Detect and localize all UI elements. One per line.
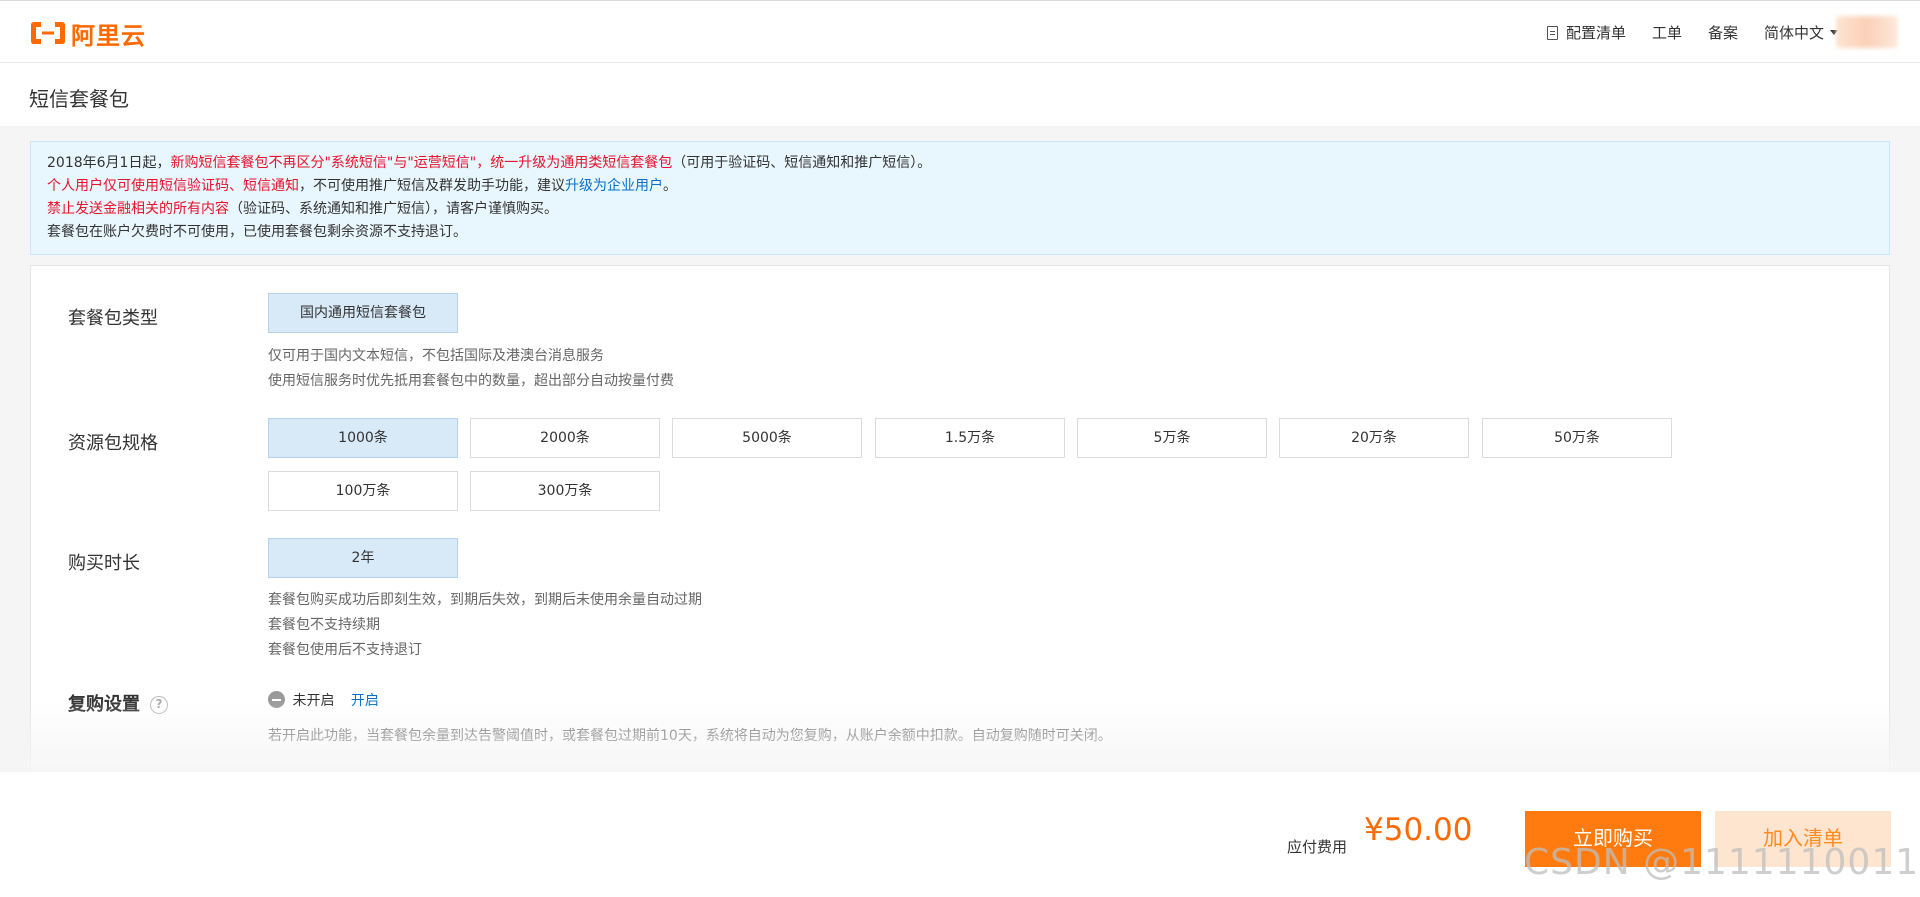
renew-status: 未开启 (292, 693, 335, 709)
page-title-bar: 短信套餐包 (0, 63, 1920, 126)
upgrade-enterprise-link[interactable]: 升级为企业用户 (565, 178, 663, 194)
icp-filing-link[interactable]: 备案 (1708, 22, 1738, 43)
spec-option-15k[interactable]: 1.5万条 (875, 418, 1065, 458)
help-line: 套餐包不支持续期 (268, 617, 380, 633)
user-avatar[interactable] (1836, 16, 1898, 48)
duration-label: 购买时长 (68, 553, 140, 574)
brand-name: 阿里云 (71, 21, 146, 50)
notice-text: 。 (663, 178, 677, 194)
notice-text: （可用于验证码、短信通知和推广短信）。 (672, 155, 932, 171)
spec-label: 资源包规格 (68, 433, 158, 454)
ticket-link[interactable]: 工单 (1652, 22, 1682, 43)
help-line: 套餐包购买成功后即刻生效，到期后失效，到期后未使用余量自动过期 (268, 592, 702, 608)
ticket-label: 工单 (1651, 24, 1682, 42)
disabled-status-icon (268, 691, 285, 708)
spec-option-3m[interactable]: 300万条 (470, 471, 660, 511)
language-label: 简体中文 (1763, 24, 1824, 42)
help-line: 使用短信服务时优先抵用套餐包中的数量，超出部分自动按量付费 (268, 373, 674, 389)
notice-line-3: 禁止发送金融相关的所有内容（验证码、系统通知和推广短信），请客户谨慎购买。 (47, 198, 1873, 221)
aliyun-logo[interactable]: 阿里云 (29, 19, 146, 50)
fee-label: 应付费用 (1287, 838, 1348, 856)
help-line: 仅可用于国内文本短信，不包括国际及港澳台消息服务 (268, 348, 604, 364)
notice-text: ，不可使用推广短信及群发助手功能，建议 (299, 178, 565, 194)
renew-toggle-group: 未开启 开启 (268, 690, 379, 712)
spec-option-1000[interactable]: 1000条 (268, 418, 458, 458)
package-type-label: 套餐包类型 (68, 308, 158, 329)
notice-text: （验证码、系统通知和推广短信），请客户谨慎购买。 (229, 201, 558, 217)
notice-line-1: 2018年6月1日起，新购短信套餐包不再区分"系统短信"与"运营短信"，统一升级… (47, 152, 1873, 175)
top-nav: 配置清单 工单 备案 简体中文 (1521, 22, 1838, 43)
page-title: 短信套餐包 (29, 87, 129, 111)
notice-banner: 2018年6月1日起，新购短信套餐包不再区分"系统短信"与"运营短信"，统一升级… (30, 141, 1890, 255)
config-list-link[interactable]: 配置清单 (1546, 22, 1626, 43)
spec-option-500k[interactable]: 50万条 (1482, 418, 1672, 458)
spec-option-2000[interactable]: 2000条 (470, 418, 660, 458)
document-icon (1546, 25, 1558, 40)
spec-option-5000[interactable]: 5000条 (672, 418, 862, 458)
package-type-option-domestic[interactable]: 国内通用短信套餐包 (268, 293, 458, 333)
question-mark-icon[interactable]: ? (150, 696, 168, 714)
spec-option-200k[interactable]: 20万条 (1279, 418, 1469, 458)
notice-highlight: 新购短信套餐包不再区分"系统短信"与"运营短信"，统一升级为通用类短信套餐包 (170, 155, 673, 171)
config-list-label: 配置清单 (1565, 24, 1626, 42)
notice-line-4: 套餐包在账户欠费时不可使用，已使用套餐包剩余资源不支持退订。 (47, 224, 467, 240)
package-type-help: 仅可用于国内文本短信，不包括国际及港澳台消息服务 使用短信服务时优先抵用套餐包中… (268, 344, 674, 394)
notice-text: 2018年6月1日起， (47, 155, 171, 171)
csdn-watermark: CSDN @11111100111 (1524, 842, 1920, 883)
aliyun-logo-icon (31, 22, 65, 44)
fee-amount: ¥50.00 (1364, 812, 1473, 848)
help-line: 套餐包使用后不支持退订 (268, 642, 422, 658)
language-selector[interactable]: 简体中文 (1764, 22, 1838, 43)
renew-setting-text: 复购设置 (68, 694, 140, 715)
icp-filing-label: 备案 (1707, 24, 1738, 42)
duration-help: 套餐包购买成功后即刻生效，到期后失效，到期后未使用余量自动过期 套餐包不支持续期… (268, 588, 702, 663)
spec-option-50k[interactable]: 5万条 (1077, 418, 1267, 458)
duration-option-2y[interactable]: 2年 (268, 538, 458, 578)
renew-setting-label: 复购设置? (68, 690, 168, 716)
renew-help: 若开启此功能，当套餐包余量到达告警阈值时，或套餐包过期前10天，系统将自动为您复… (268, 728, 1112, 744)
notice-highlight: 禁止发送金融相关的所有内容 (47, 201, 229, 217)
spec-option-1m[interactable]: 100万条 (268, 471, 458, 511)
notice-highlight: 个人用户仅可使用短信验证码、短信通知 (47, 178, 299, 194)
top-navigation-bar: 阿里云 配置清单 工单 备案 简体中文 (0, 0, 1920, 63)
notice-line-2: 个人用户仅可使用短信验证码、短信通知，不可使用推广短信及群发助手功能，建议升级为… (47, 175, 1873, 198)
purchase-form-panel: 套餐包类型 国内通用短信套餐包 仅可用于国内文本短信，不包括国际及港澳台消息服务… (30, 265, 1890, 773)
checkout-bar: 应付费用 ¥50.00 立即购买 加入清单 CSDN @11111100111 (0, 772, 1920, 897)
enable-renew-link[interactable]: 开启 (351, 693, 379, 709)
